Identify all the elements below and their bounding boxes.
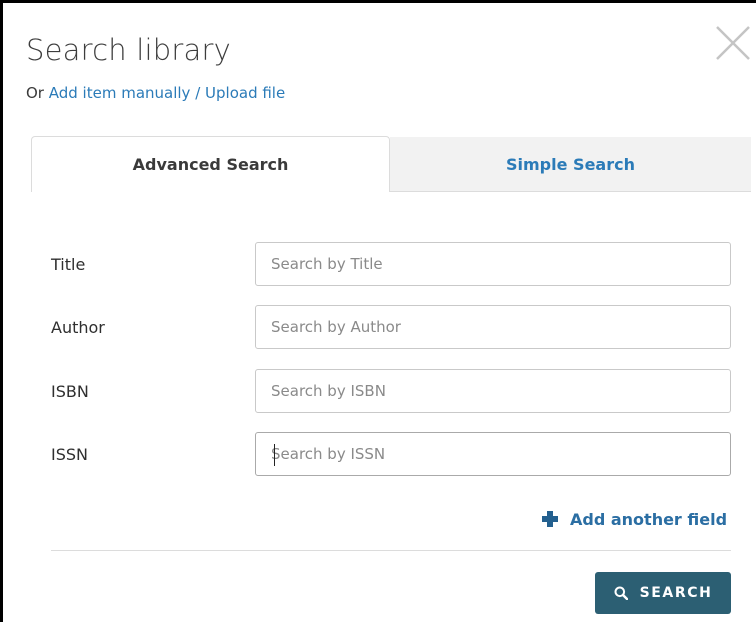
search-library-dialog: Search library Or Add item manually / Up…: [0, 0, 756, 622]
add-another-field-button[interactable]: Add another field: [542, 508, 727, 530]
isbn-label: ISBN: [51, 381, 89, 401]
search-icon: [614, 586, 628, 600]
subtitle-prefix: Or: [26, 84, 49, 102]
field-row-issn: ISSN: [51, 432, 731, 476]
add-another-field-label: Add another field: [570, 509, 728, 529]
tab-advanced-search-label: Advanced Search: [132, 155, 289, 174]
search-tabs: Advanced Search Simple Search: [31, 136, 751, 192]
close-icon: [716, 26, 750, 60]
title-input[interactable]: [255, 242, 731, 286]
tab-advanced-search[interactable]: Advanced Search: [31, 136, 390, 192]
dialog-subtitle: Or Add item manually / Upload file: [26, 84, 285, 102]
search-button-label: SEARCH: [639, 585, 713, 601]
tab-simple-search[interactable]: Simple Search: [390, 137, 751, 192]
field-row-isbn: ISBN: [51, 369, 731, 413]
title-label: Title: [51, 254, 86, 274]
close-button[interactable]: [715, 25, 751, 61]
tab-simple-search-label: Simple Search: [506, 154, 635, 174]
isbn-input[interactable]: [255, 369, 731, 413]
divider: [51, 550, 731, 551]
search-button[interactable]: SEARCH: [595, 572, 731, 614]
issn-input[interactable]: [255, 432, 731, 476]
plus-icon: [542, 511, 558, 527]
dialog-title: Search library: [26, 33, 231, 67]
issn-label: ISSN: [51, 444, 88, 464]
text-caret: [274, 444, 275, 466]
add-item-manually-link[interactable]: Add item manually / Upload file: [49, 84, 285, 102]
author-input[interactable]: [255, 305, 731, 349]
author-label: Author: [51, 317, 105, 337]
field-row-author: Author: [51, 305, 731, 349]
field-row-title: Title: [51, 242, 731, 286]
